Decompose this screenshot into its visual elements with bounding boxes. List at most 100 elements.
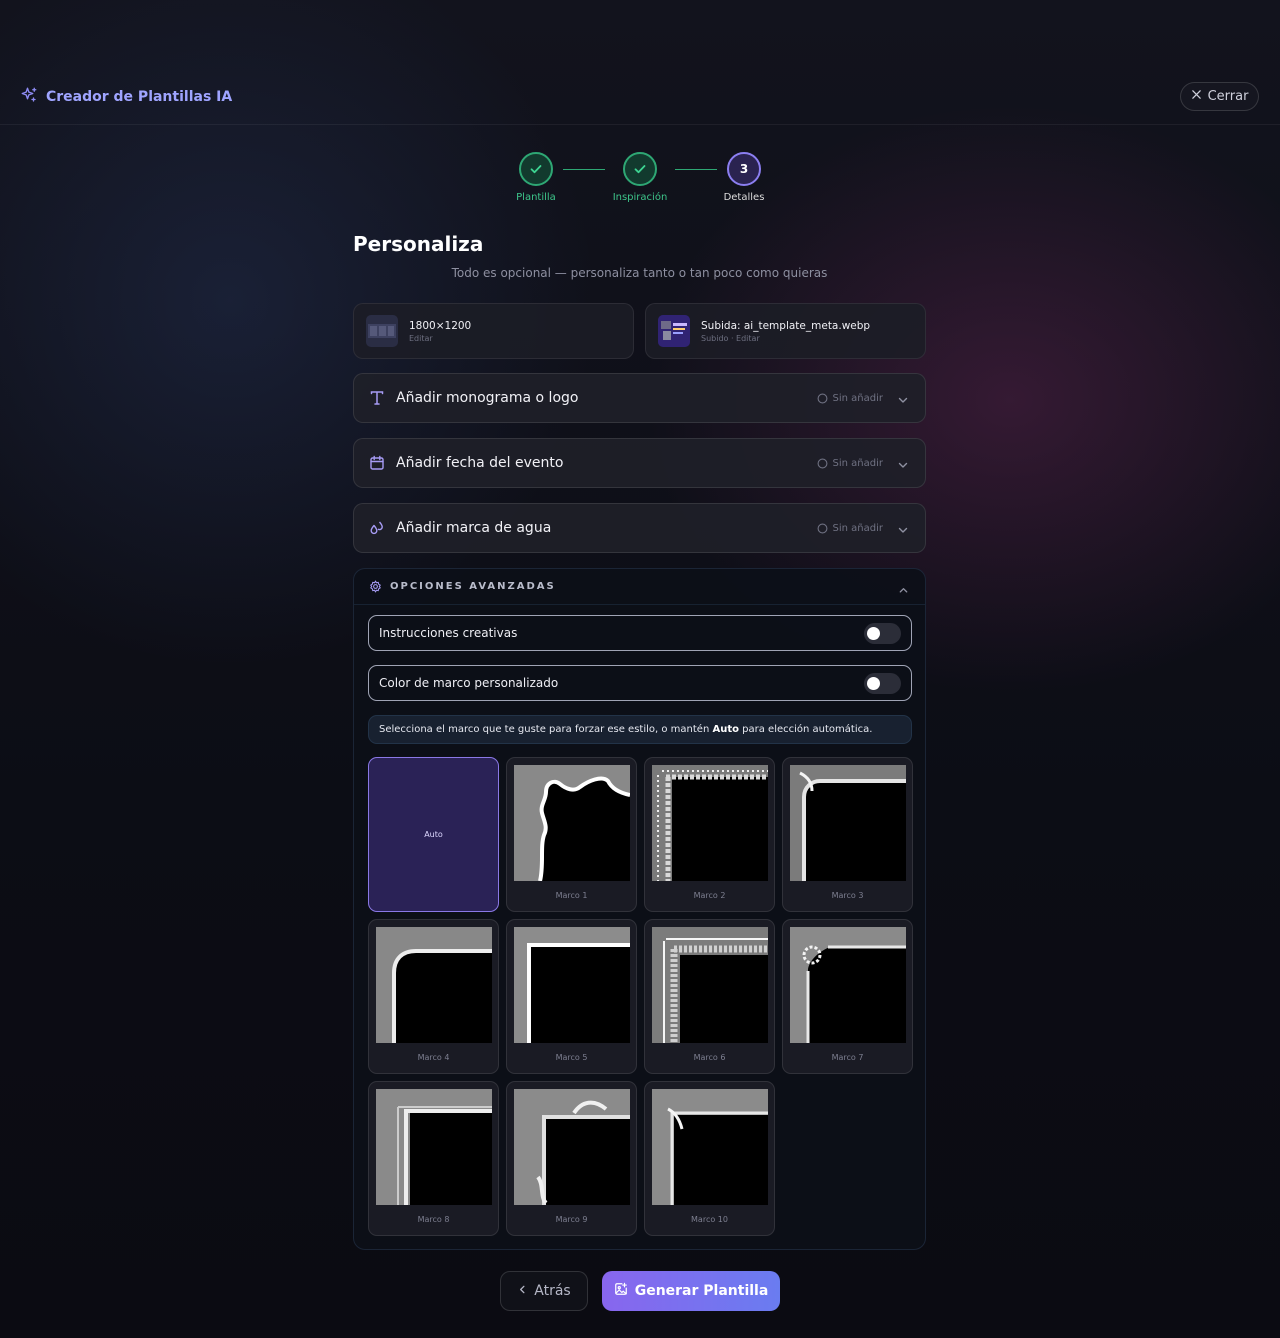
frame-preview — [790, 927, 906, 1043]
sparkles-icon — [20, 86, 38, 108]
droplets-icon — [368, 519, 386, 537]
step-detalles[interactable]: 3 Detalles — [699, 152, 789, 203]
toggle-label: Color de marco personalizado — [379, 676, 559, 690]
frame-label: Marco 6 — [693, 1053, 726, 1062]
frame-preview — [514, 765, 630, 881]
frame-preview — [376, 1089, 492, 1205]
generate-template-button[interactable]: Generar Plantilla — [602, 1271, 780, 1311]
toggle-knob — [867, 627, 880, 640]
frame-label: Marco 3 — [831, 891, 864, 900]
status-text: Sin añadir — [832, 522, 883, 534]
back-label: Atrás — [534, 1283, 571, 1299]
generate-label: Generar Plantilla — [634, 1283, 769, 1299]
advanced-options-title: OPCIONES AVANZADAS — [390, 581, 556, 592]
upload-card[interactable]: Subida: ai_template_meta.webp Subido · E… — [645, 303, 926, 359]
frame-info-note: Selecciona el marco que te guste para fo… — [368, 715, 912, 744]
status-badge: Sin añadir — [817, 523, 883, 534]
info-text-bold: Auto — [712, 724, 739, 735]
upload-edit-link[interactable]: Subido · Editar — [701, 334, 870, 343]
custom-frame-color-toggle[interactable] — [864, 673, 901, 694]
frame-label: Marco 9 — [555, 1215, 588, 1224]
accordion-watermark[interactable]: Añadir marca de agua Sin añadir — [353, 503, 926, 553]
frame-preview — [790, 765, 906, 881]
step-plantilla[interactable]: Plantilla — [491, 152, 581, 203]
close-icon — [1191, 89, 1202, 104]
frame-preview — [652, 1089, 768, 1205]
info-text-pre: Selecciona el marco que te guste para fo… — [379, 724, 713, 735]
step-inspiracion[interactable]: Inspiración — [595, 152, 685, 203]
accordion-monogram[interactable]: Añadir monograma o logo Sin añadir — [353, 373, 926, 423]
circle-icon — [817, 458, 827, 468]
frame-preview — [376, 927, 492, 1043]
step-label: Inspiración — [612, 192, 668, 203]
back-button[interactable]: Atrás — [500, 1271, 588, 1311]
status-text: Sin añadir — [832, 392, 883, 404]
chevron-up-icon[interactable] — [898, 581, 909, 600]
step-label: Plantilla — [516, 192, 556, 203]
upload-thumbnail — [658, 315, 690, 347]
frame-label: Marco 2 — [693, 891, 726, 900]
accordion-title: Añadir marca de agua — [396, 520, 552, 536]
app-title: Creador de Plantillas IA — [46, 89, 233, 105]
gear-icon — [369, 580, 382, 593]
toggle-label: Instrucciones creativas — [379, 626, 518, 640]
advanced-options-header[interactable]: OPCIONES AVANZADAS — [354, 569, 925, 605]
frame-auto-label: Auto — [424, 830, 443, 839]
text-icon — [368, 389, 386, 407]
frame-preview — [652, 765, 768, 881]
chevron-down-icon[interactable] — [897, 391, 909, 410]
frame-preview — [514, 927, 630, 1043]
frame-option-3[interactable]: Marco 3 — [782, 757, 913, 912]
calendar-icon — [368, 454, 386, 472]
frame-option-1[interactable]: Marco 1 — [506, 757, 637, 912]
frame-label: Marco 8 — [417, 1215, 450, 1224]
info-text-post: para elección automática. — [738, 724, 873, 735]
size-edit-link[interactable]: Editar — [409, 334, 471, 343]
check-icon — [519, 152, 553, 186]
status-text: Sin añadir — [832, 457, 883, 469]
check-icon — [623, 152, 657, 186]
frame-option-4[interactable]: Marco 4 — [368, 919, 499, 1074]
chevron-down-icon[interactable] — [897, 456, 909, 475]
accordion-title: Añadir fecha del evento — [396, 455, 564, 471]
creative-instructions-row[interactable]: Instrucciones creativas — [368, 615, 912, 651]
close-button[interactable]: Cerrar — [1180, 82, 1259, 111]
chevron-down-icon[interactable] — [897, 521, 909, 540]
circle-icon — [817, 393, 827, 403]
creative-instructions-toggle[interactable] — [864, 623, 901, 644]
upload-filename: Subida: ai_template_meta.webp — [701, 319, 871, 332]
step-label: Detalles — [723, 192, 765, 203]
toggle-knob — [867, 677, 880, 690]
frame-option-7[interactable]: Marco 7 — [782, 919, 913, 1074]
status-badge: Sin añadir — [817, 458, 883, 469]
frame-option-auto[interactable]: Auto — [368, 757, 499, 912]
size-value: 1800×1200 — [409, 319, 472, 332]
stepper: Plantilla Inspiración 3 Detalles — [500, 152, 790, 212]
brand: Creador de Plantillas IA — [20, 86, 232, 108]
advanced-options-panel: OPCIONES AVANZADAS Instrucciones creativ… — [353, 568, 926, 1250]
frame-label: Marco 5 — [555, 1053, 588, 1062]
accordion-title: Añadir monograma o logo — [396, 390, 579, 406]
frame-label: Marco 1 — [555, 891, 588, 900]
frame-option-5[interactable]: Marco 5 — [506, 919, 637, 1074]
custom-frame-color-row[interactable]: Color de marco personalizado — [368, 665, 912, 701]
size-thumbnail — [366, 315, 398, 347]
chevron-left-icon — [517, 1283, 528, 1299]
step-number: 3 — [727, 152, 761, 186]
frame-label: Marco 7 — [831, 1053, 864, 1062]
frame-preview — [514, 1089, 630, 1205]
circle-icon — [817, 523, 827, 533]
size-card[interactable]: 1800×1200 Editar — [353, 303, 634, 359]
frame-option-9[interactable]: Marco 9 — [506, 1081, 637, 1236]
image-plus-icon — [614, 1282, 628, 1300]
frame-option-8[interactable]: Marco 8 — [368, 1081, 499, 1236]
page-title: Personaliza — [353, 232, 484, 256]
frame-option-10[interactable]: Marco 10 — [644, 1081, 775, 1236]
frame-option-6[interactable]: Marco 6 — [644, 919, 775, 1074]
frame-label: Marco 10 — [691, 1215, 728, 1224]
accordion-event-date[interactable]: Añadir fecha del evento Sin añadir — [353, 438, 926, 488]
page-subtitle: Todo es opcional — personaliza tanto o t… — [451, 266, 828, 280]
close-label: Cerrar — [1207, 89, 1249, 104]
frame-option-2[interactable]: Marco 2 — [644, 757, 775, 912]
status-badge: Sin añadir — [817, 393, 883, 404]
